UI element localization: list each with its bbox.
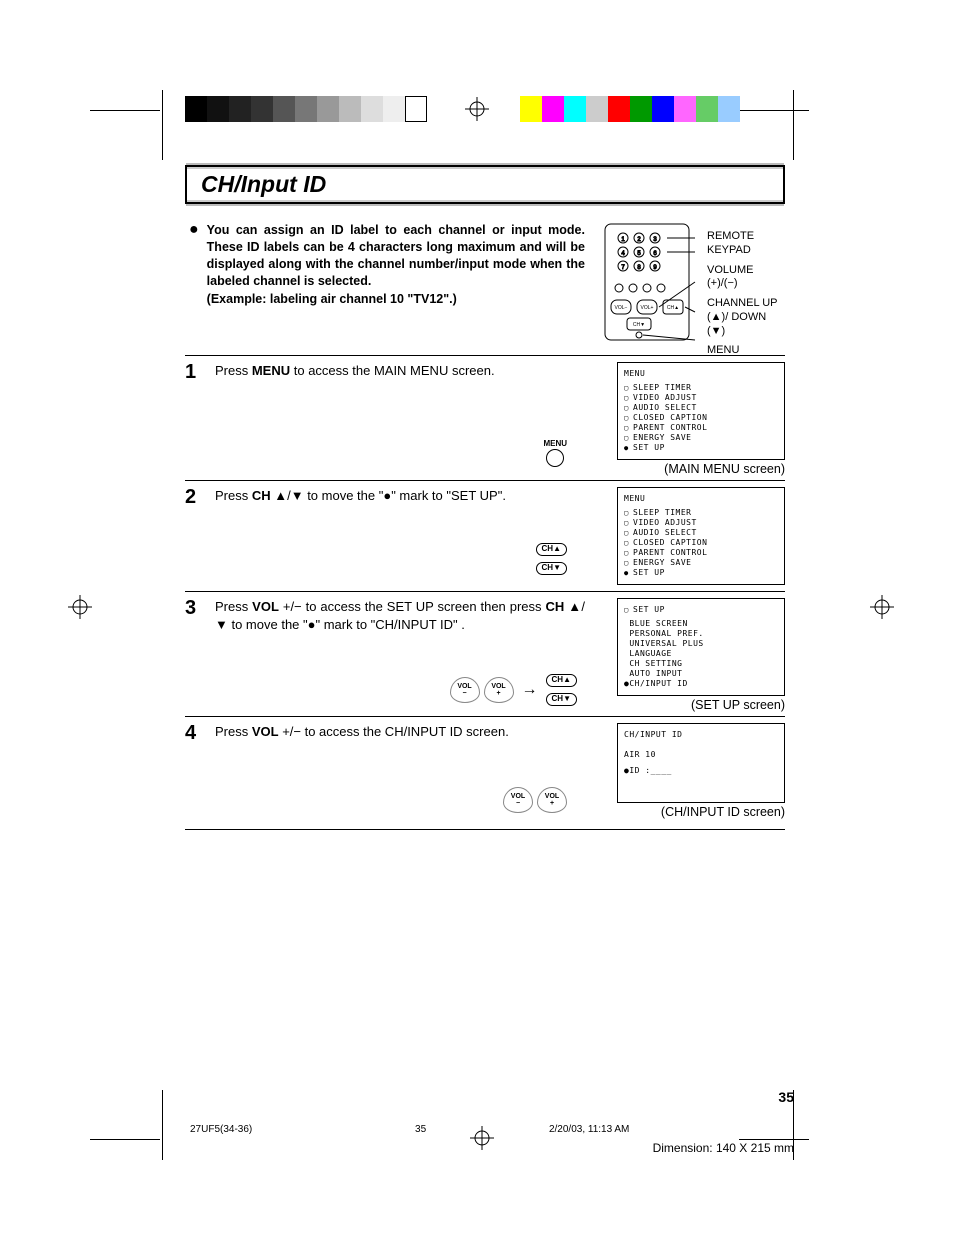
svg-text:VOL+: VOL+ xyxy=(641,305,654,311)
intro-example: (Example: labeling air channel 10 "TV12"… xyxy=(207,292,585,306)
color-bar xyxy=(520,96,740,122)
svg-text:9: 9 xyxy=(653,265,657,271)
menu-button-icon xyxy=(546,449,564,467)
intro-text: You can assign an ID label to each chann… xyxy=(207,222,585,290)
step-2-instruction: Press CH ▲/▼ to move the "●" mark to "SE… xyxy=(215,487,585,505)
remote-label-keypad: REMOTE KEYPAD xyxy=(707,230,785,258)
vol-plus-button: VOL+ xyxy=(484,677,514,703)
arrow-right-icon: → xyxy=(522,679,538,701)
crop-mark xyxy=(739,1139,809,1140)
page-number: 35 xyxy=(778,1089,794,1105)
bullet-icon: ● xyxy=(189,222,199,306)
step-4-instruction: Press VOL +/− to access the CH/INPUT ID … xyxy=(215,723,585,741)
ch-up-button: CH▲ xyxy=(536,543,567,556)
menu-button-label: MENU xyxy=(543,439,567,450)
svg-text:6: 6 xyxy=(653,251,657,257)
registration-mark-icon xyxy=(68,595,92,619)
crop-mark xyxy=(739,110,809,111)
registration-mark-icon xyxy=(465,97,489,121)
setup-screen: SET UP BLUE SCREEN PERSONAL PREF. UNIVER… xyxy=(617,598,785,696)
step-number: 4 xyxy=(185,723,205,819)
crop-mark xyxy=(162,1090,163,1160)
step-number: 2 xyxy=(185,487,205,587)
dimension-note: Dimension: 140 X 215 mm xyxy=(653,1141,794,1155)
svg-text:8: 8 xyxy=(637,265,641,271)
screen-caption: (CH/INPUT ID screen) xyxy=(617,805,785,819)
step-3-instruction: Press VOL +/− to access the SET UP scree… xyxy=(215,598,585,633)
step-1-instruction: Press MENU to access the MAIN MENU scree… xyxy=(215,362,585,380)
main-menu-screen-2: MENU SLEEP TIMERVIDEO ADJUSTAUDIO SELECT… xyxy=(617,487,785,585)
section-title-box: CH/Input ID xyxy=(185,165,785,204)
crop-mark xyxy=(90,110,160,111)
svg-text:3: 3 xyxy=(653,237,657,243)
crop-mark xyxy=(90,1139,160,1140)
svg-text:1: 1 xyxy=(621,237,625,243)
svg-text:CH▼: CH▼ xyxy=(633,322,645,328)
step-number: 1 xyxy=(185,362,205,476)
section-title: CH/Input ID xyxy=(201,171,773,198)
ch-down-button: CH▼ xyxy=(546,693,577,706)
vol-minus-button: VOL− xyxy=(450,677,480,703)
svg-text:CH▲: CH▲ xyxy=(667,305,679,311)
registration-mark-icon xyxy=(870,595,894,619)
screen-caption: (SET UP screen) xyxy=(617,698,785,712)
remote-label-volume: VOLUME (+)/(−) xyxy=(707,264,785,292)
remote-label-menu: MENU xyxy=(707,344,785,358)
svg-text:2: 2 xyxy=(637,237,641,243)
main-menu-screen: MENU SLEEP TIMERVIDEO ADJUSTAUDIO SELECT… xyxy=(617,362,785,460)
vol-plus-button: VOL+ xyxy=(537,787,567,813)
remote-label-channel: CHANNEL UP (▲)/ DOWN (▼) xyxy=(707,297,785,338)
ch-down-button: CH▼ xyxy=(536,562,567,575)
grayscale-bar xyxy=(185,96,427,122)
screen-caption: (MAIN MENU screen) xyxy=(617,462,785,476)
footer-fileinfo: 27UF5(34-36) 35 2/20/03, 11:13 AM xyxy=(190,1124,629,1135)
chinput-screen: CH/INPUT ID AIR 10 ●ID :____ xyxy=(617,723,785,803)
svg-text:VOL−: VOL− xyxy=(615,305,628,311)
svg-text:4: 4 xyxy=(621,251,625,257)
svg-text:5: 5 xyxy=(637,251,641,257)
vol-minus-button: VOL− xyxy=(503,787,533,813)
crop-mark xyxy=(793,90,794,160)
crop-mark xyxy=(162,90,163,160)
remote-diagram: 1 2 3 4 5 6 7 8 9 xyxy=(597,222,785,345)
svg-text:7: 7 xyxy=(621,265,625,271)
ch-up-button: CH▲ xyxy=(546,674,577,687)
step-number: 3 xyxy=(185,598,205,712)
